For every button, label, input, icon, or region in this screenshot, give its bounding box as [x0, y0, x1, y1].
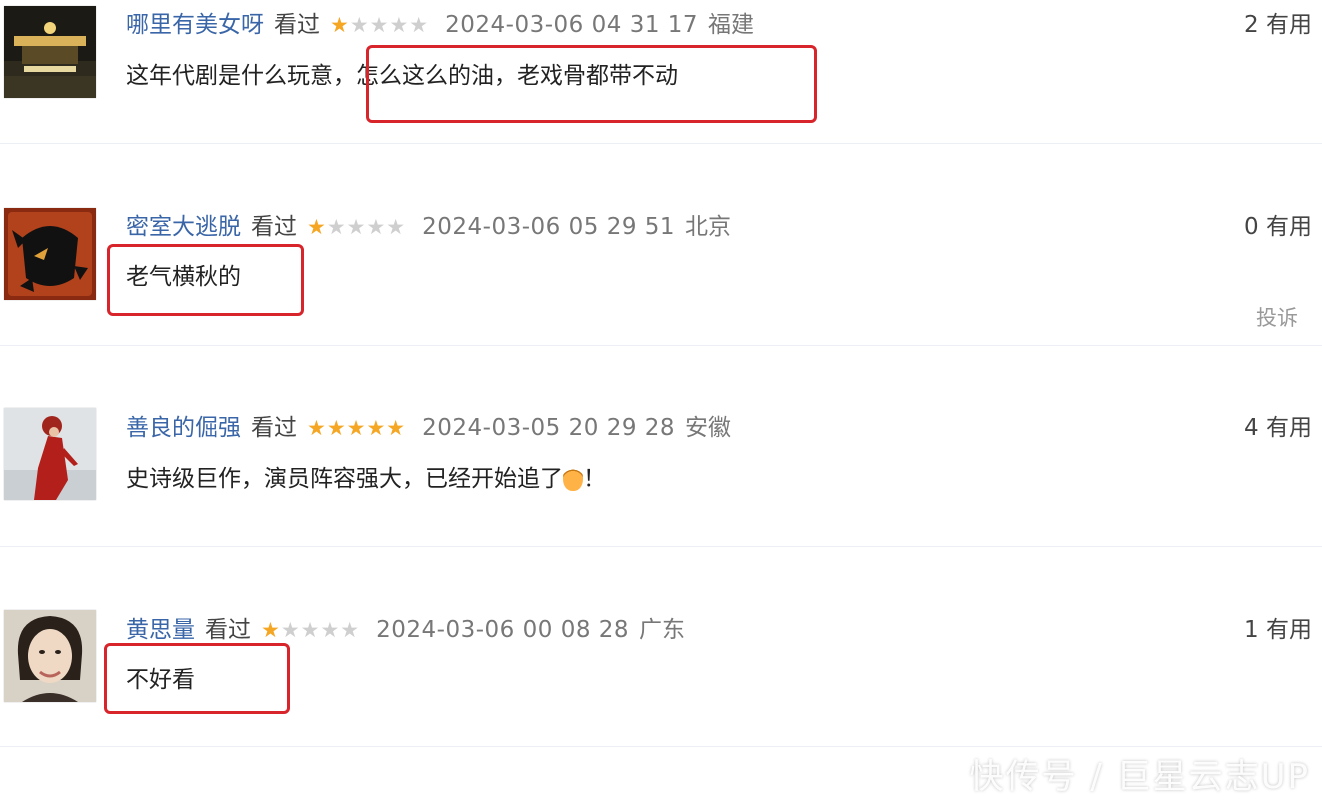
- comment-text-end: ！: [583, 466, 606, 492]
- divider: [0, 746, 1322, 747]
- comment-text-part: 这年代剧是什么玩意，: [126, 63, 356, 89]
- vintage-woman-portrait-avatar-icon: [4, 610, 96, 702]
- comment-text: 这年代剧是什么玩意，怎么这么的油，老戏骨都带不动: [126, 56, 678, 96]
- user-avatar[interactable]: [4, 408, 96, 500]
- comment-text: 不好看: [126, 667, 195, 693]
- divider: [0, 345, 1322, 346]
- divider: [0, 546, 1322, 547]
- useful-vote-button[interactable]: 4 有用: [1244, 411, 1312, 445]
- comment-header: 哪里有美女呀 看过 ★★★★★ 2024-03-06 04 31 17 福建: [126, 8, 754, 42]
- watch-status: 看过: [274, 12, 320, 38]
- report-link[interactable]: 投诉: [1256, 302, 1298, 332]
- rating-stars: ★★★★★: [307, 416, 407, 440]
- useful-vote-button[interactable]: 0 有用: [1244, 210, 1312, 244]
- comment-text-part: 史诗级巨作，演员阵容强大，已经开始追了: [126, 466, 563, 492]
- watch-status: 看过: [205, 617, 251, 643]
- comment-region: 安徽: [685, 415, 732, 441]
- username-link[interactable]: 哪里有美女呀: [126, 8, 264, 42]
- useful-vote-button[interactable]: 1 有用: [1244, 613, 1312, 647]
- rating-stars: ★★★★★: [330, 13, 430, 37]
- divider: [0, 143, 1322, 144]
- red-dress-woman-avatar-icon: [4, 408, 96, 500]
- user-avatar[interactable]: [4, 610, 96, 702]
- comment-region: 北京: [685, 214, 732, 240]
- username-link[interactable]: 密室大逃脱: [126, 210, 241, 244]
- user-avatar[interactable]: [4, 6, 96, 98]
- comment-text-highlighted: 怎么这么的油，老戏骨都带不动: [356, 63, 678, 89]
- escape-game-avatar-icon: [4, 208, 96, 300]
- comment-time: 2024-03-06 04 31 17: [445, 12, 699, 38]
- comment-header: 善良的倔强 看过 ★★★★★ 2024-03-05 20 29 28 安徽: [126, 411, 731, 445]
- comment-text: 史诗级巨作，演员阵容强大，已经开始追了 ！: [126, 459, 606, 499]
- watch-status: 看过: [251, 214, 297, 240]
- comment-header: 密室大逃脱 看过 ★★★★★ 2024-03-06 05 29 51 北京: [126, 210, 731, 244]
- comment-region: 福建: [708, 12, 755, 38]
- useful-vote-button[interactable]: 2 有用: [1244, 8, 1312, 42]
- comment-header: 黄思量 看过 ★★★★★ 2024-03-06 00 08 28 广东: [126, 613, 685, 647]
- rating-stars: ★★★★★: [261, 618, 361, 642]
- rating-stars: ★★★★★: [307, 215, 407, 239]
- user-avatar[interactable]: [4, 208, 96, 300]
- comment-region: 广东: [639, 617, 686, 643]
- comment-time: 2024-03-06 05 29 51: [422, 214, 676, 240]
- droplet-emoji-icon: [563, 465, 583, 491]
- comment-time: 2024-03-06 00 08 28: [376, 617, 630, 643]
- night-building-avatar-icon: [4, 6, 96, 98]
- username-link[interactable]: 善良的倔强: [126, 411, 241, 445]
- comment-text: 老气横秋的: [126, 264, 241, 290]
- comment-time: 2024-03-05 20 29 28: [422, 415, 676, 441]
- watch-status: 看过: [251, 415, 297, 441]
- username-link[interactable]: 黄思量: [126, 613, 195, 647]
- watermark: 快传号 / 巨星云志UP: [969, 757, 1310, 797]
